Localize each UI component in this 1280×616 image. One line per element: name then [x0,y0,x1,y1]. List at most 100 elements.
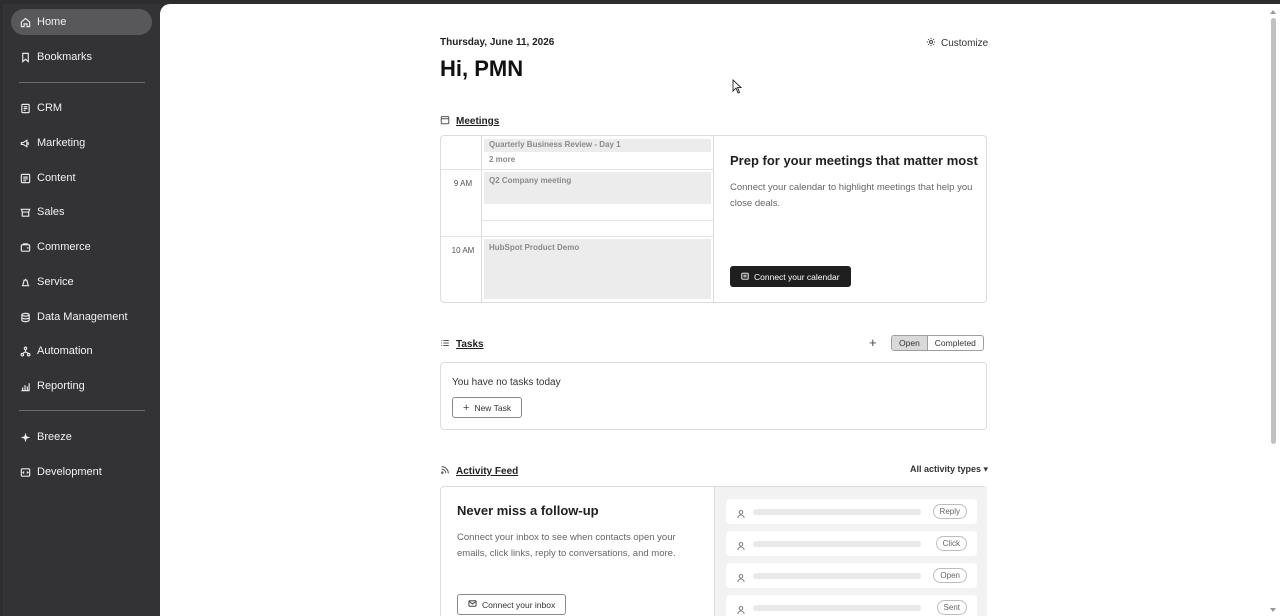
connect-calendar-button[interactable]: Connect your calendar [730,266,851,287]
sidebar-item-marketing[interactable]: Marketing [11,130,152,156]
scroll-down-arrow[interactable] [1270,608,1276,612]
sidebar-item-label: Reporting [37,380,85,392]
sidebar-item-breeze[interactable]: Breeze [11,424,152,450]
sidebar-item-crm[interactable]: CRM [11,95,152,121]
customize-label: Customize [941,38,989,49]
rss-icon [440,465,450,478]
calendar-event[interactable]: Q2 Company meeting [484,172,711,204]
person-icon [736,538,746,551]
sidebar-item-label: Breeze [37,431,72,443]
sidebar-item-label: Bookmarks [37,51,93,63]
hour-line [441,169,714,170]
person-icon [736,506,746,519]
page-title: Hi, PMN [440,56,524,81]
scrollbar-thumb[interactable] [1271,18,1276,444]
bookmark-icon [19,51,31,63]
meetings-title[interactable]: Meetings [456,116,499,127]
home-icon [19,16,31,28]
sparkle-icon [19,431,31,443]
sales-icon [19,206,31,218]
sidebar-item-label: Commerce [37,241,91,253]
service-icon [19,276,31,288]
add-task-button[interactable]: + [869,335,877,350]
sidebar-item-commerce[interactable]: Commerce [11,234,152,260]
tab-open[interactable]: Open [892,336,928,350]
sidebar-item-label: Sales [37,206,65,218]
chart-icon [19,380,31,392]
hour-line [482,220,714,221]
new-task-button[interactable]: + New Task [452,397,523,418]
tasks-header: Tasks [440,338,484,351]
time-label: 10 AM [451,246,475,255]
sidebar-item-automation[interactable]: Automation [11,338,152,364]
envelope-icon [468,599,477,610]
sidebar-item-sales[interactable]: Sales [11,199,152,225]
mouse-cursor-icon [732,79,742,94]
sidebar-item-label: CRM [37,102,63,114]
commerce-icon [19,241,31,253]
calendar-preview: Quarterly Business Review - Day 1 2 more… [441,136,714,302]
time-label: 9 AM [453,179,473,188]
placeholder-bar [753,509,921,515]
sidebar-divider [19,82,145,83]
sidebar-item-bookmarks[interactable]: Bookmarks [11,44,152,70]
list-item: Click [726,531,977,556]
placeholder-bar [753,573,921,579]
more-events-link[interactable]: 2 more [489,155,515,164]
calendar-event[interactable]: HubSpot Product Demo [484,239,711,299]
plus-icon: + [463,401,470,414]
connect-inbox-button[interactable]: Connect your inbox [457,594,567,615]
meetings-header: Meetings [440,115,499,128]
time-column [441,136,482,302]
sidebar-item-home[interactable]: Home [11,9,152,35]
person-icon [736,570,746,583]
sidebar-item-service[interactable]: Service [11,269,152,295]
sidebar-item-label: Service [37,276,74,288]
tasks-card: You have no tasks today + New Task [440,362,987,430]
calendar-event[interactable]: Quarterly Business Review - Day 1 [484,139,711,152]
status-badge: Reply [932,504,967,519]
activity-title[interactable]: Activity Feed [456,466,518,477]
sidebar-item-data-management[interactable]: Data Management [11,304,152,330]
connect-inbox-label: Connect your inbox [482,599,556,610]
list-item: Sent [726,595,977,616]
sidebar-item-content[interactable]: Content [11,165,152,191]
sidebar-item-development[interactable]: Development [11,459,152,485]
code-icon [19,466,31,478]
crm-icon [19,102,31,114]
calendar-icon [741,272,749,282]
megaphone-icon [19,137,31,149]
tab-completed[interactable]: Completed [928,336,983,350]
new-task-label: New Task [474,402,512,413]
content-icon [19,172,31,184]
scroll-up-arrow[interactable] [1270,10,1276,14]
activity-header: Activity Feed [440,465,518,478]
status-badge: Sent [936,600,967,615]
activity-card: Never miss a follow-up Connect your inbo… [440,486,987,616]
customize-button[interactable]: Customize [926,37,988,50]
tasks-filter-toggle: Open Completed [891,335,984,351]
sidebar-item-label: Marketing [37,137,86,149]
current-date: Thursday, June 11, 2026 [440,37,555,48]
activity-type-dropdown[interactable]: All activity types ▾ [910,464,988,475]
list-item: Reply [726,499,977,524]
sidebar: Home Bookmarks CRM Marketing Content Sal… [3,4,160,616]
status-badge: Click [935,536,967,551]
placeholder-bar [753,605,921,611]
hour-line [441,236,714,237]
activity-preview: Reply Click Open Sent [714,487,987,616]
meetings-card: Quarterly Business Review - Day 1 2 more… [440,135,987,303]
person-icon [736,602,746,615]
connect-calendar-label: Connect your calendar [754,271,840,282]
status-badge: Open [933,568,967,583]
activity-promo-description: Connect your inbox to see when contacts … [457,532,676,559]
sidebar-divider [19,410,145,411]
list-item: Open [726,563,977,588]
sidebar-item-reporting[interactable]: Reporting [11,373,152,399]
placeholder-bar [753,541,921,547]
prep-description: Connect your calendar to highlight meeti… [730,182,973,209]
tasks-title[interactable]: Tasks [456,339,484,350]
database-icon [19,311,31,323]
sidebar-item-label: Development [37,466,102,478]
sidebar-item-label: Data Management [37,311,128,323]
